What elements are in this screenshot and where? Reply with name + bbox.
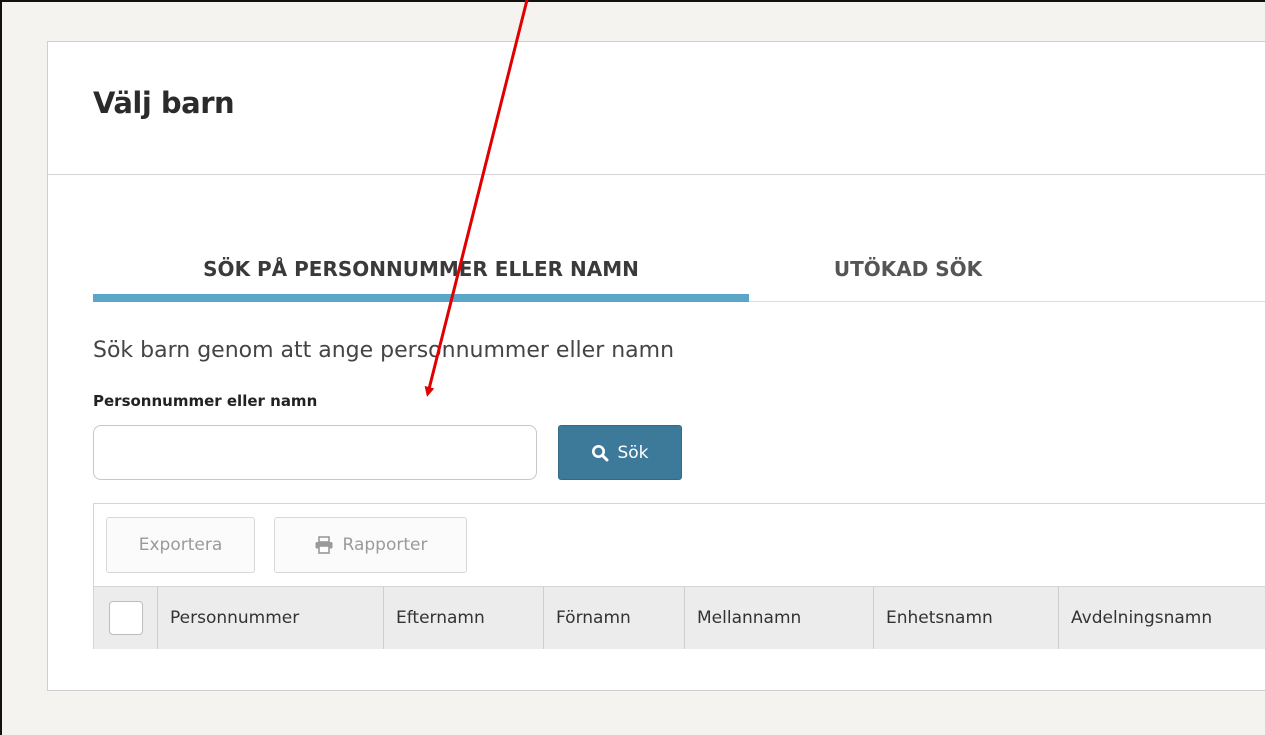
report-button[interactable]: Rapporter	[274, 517, 467, 573]
column-header-fornamn[interactable]: Förnamn	[543, 587, 684, 649]
search-input[interactable]	[93, 425, 537, 480]
column-header-personnummer[interactable]: Personnummer	[157, 587, 383, 649]
select-all-cell	[94, 587, 157, 649]
search-button[interactable]: Sök	[558, 425, 682, 480]
search-intro-text: Sök barn genom att ange personnummer ell…	[93, 338, 675, 363]
grid-toolbar: Exportera Rapporter	[94, 504, 1265, 586]
select-all-checkbox[interactable]	[108, 601, 143, 635]
column-header-avdelningsnamn[interactable]: Avdelningsnamn	[1058, 587, 1265, 649]
search-tabs: SÖK PÅ PERSONNUMMER ELLER NAMN UTÖKAD SÖ…	[93, 235, 1265, 302]
search-field-label: Personnummer eller namn	[93, 392, 318, 410]
printer-icon	[315, 536, 333, 554]
search-icon	[592, 444, 609, 461]
panel-header: Välj barn	[48, 42, 1265, 175]
grid-header-row: Personnummer Efternamn Förnamn Mellannam…	[94, 586, 1265, 649]
tab-label: UTÖKAD SÖK	[833, 256, 983, 281]
tab-extended-search[interactable]: UTÖKAD SÖK	[793, 235, 1023, 302]
search-button-label: Sök	[617, 442, 649, 463]
column-header-efternamn[interactable]: Efternamn	[383, 587, 543, 649]
column-header-mellannamn[interactable]: Mellannamn	[684, 587, 873, 649]
tab-search-personnummer-name[interactable]: SÖK PÅ PERSONNUMMER ELLER NAMN	[93, 235, 749, 302]
column-header-enhetsnamn[interactable]: Enhetsnamn	[873, 587, 1058, 649]
export-button-label: Exportera	[138, 535, 223, 555]
tab-label: SÖK PÅ PERSONNUMMER ELLER NAMN	[203, 256, 639, 281]
report-button-label: Rapporter	[342, 535, 428, 555]
select-child-panel: Välj barn SÖK PÅ PERSONNUMMER ELLER NAMN…	[47, 41, 1265, 691]
export-button[interactable]: Exportera	[106, 517, 255, 573]
page-title: Välj barn	[93, 86, 235, 120]
results-grid: Exportera Rapporter Personnummer Efterna…	[93, 503, 1265, 649]
